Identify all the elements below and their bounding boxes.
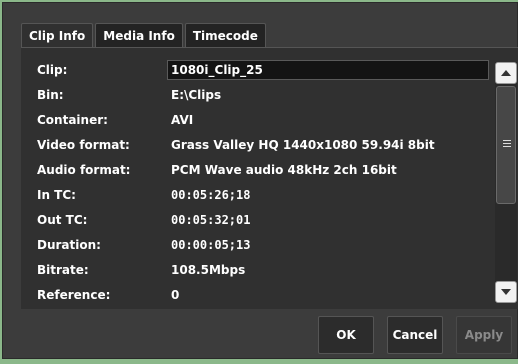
property-label: Bin: (37, 88, 64, 102)
triangle-up-icon (501, 70, 511, 76)
property-value: 00:05:32;01 (171, 213, 251, 227)
property-label: Clip: (37, 63, 68, 77)
triangle-down-icon (501, 289, 511, 295)
tab-clip-info[interactable]: Clip Info (21, 23, 94, 47)
grip-lines-icon (503, 140, 511, 149)
property-value: 00:05:26;18 (171, 188, 251, 202)
property-value: E:\Clips (171, 88, 222, 102)
vertical-scrollbar[interactable] (495, 62, 517, 303)
property-row-duration: Duration: 00:00:05;13 (21, 235, 491, 260)
scroll-up-button[interactable] (495, 62, 517, 84)
property-list: Clip: 1080i_Clip_25 Bin: E:\Clips Contai… (21, 60, 491, 310)
clip-properties-dialog: Clip Info Media Info Timecode Clip: 1080… (2, 2, 518, 359)
property-label: Bitrate: (37, 263, 89, 277)
property-row-bitrate: Bitrate: 108.5Mbps (21, 260, 491, 285)
property-value: AVI (171, 113, 194, 127)
tab-media-info[interactable]: Media Info (95, 23, 183, 47)
ok-button[interactable]: OK (318, 316, 374, 354)
property-row-clip[interactable]: Clip: 1080i_Clip_25 (21, 60, 491, 85)
property-value: 00:00:05;13 (171, 238, 251, 252)
property-value: 0 (171, 288, 180, 302)
property-row-reference: Reference: 0 (21, 285, 491, 310)
scroll-down-button[interactable] (495, 281, 517, 303)
property-row-container: Container: AVI (21, 110, 491, 135)
property-label: Video format: (37, 138, 130, 152)
property-label: Reference: (37, 288, 111, 302)
property-value: PCM Wave audio 48kHz 2ch 16bit (171, 163, 397, 177)
cancel-button[interactable]: Cancel (387, 316, 443, 354)
apply-button[interactable]: Apply (456, 316, 512, 354)
property-row-bin: Bin: E:\Clips (21, 85, 491, 110)
scroll-thumb[interactable] (496, 86, 516, 204)
property-row-in-tc: In TC: 00:05:26;18 (21, 185, 491, 210)
tab-timecode[interactable]: Timecode (184, 23, 266, 47)
property-label: Audio format: (37, 163, 131, 177)
property-label: Duration: (37, 238, 101, 252)
property-value: 108.5Mbps (171, 263, 246, 277)
property-label: Out TC: (37, 213, 88, 227)
property-value: Grass Valley HQ 1440x1080 59.94i 8bit (171, 138, 435, 152)
clip-info-panel: Clip: 1080i_Clip_25 Bin: E:\Clips Contai… (21, 47, 518, 309)
property-row-audio-format: Audio format: PCM Wave audio 48kHz 2ch 1… (21, 160, 491, 185)
property-row-out-tc: Out TC: 00:05:32;01 (21, 210, 491, 235)
property-label: In TC: (37, 188, 76, 202)
tab-bar: Clip Info Media Info Timecode (21, 23, 268, 47)
clip-name-value: 1080i_Clip_25 (171, 63, 263, 77)
property-label: Container: (37, 113, 108, 127)
property-row-video-format: Video format: Grass Valley HQ 1440x1080 … (21, 135, 491, 160)
